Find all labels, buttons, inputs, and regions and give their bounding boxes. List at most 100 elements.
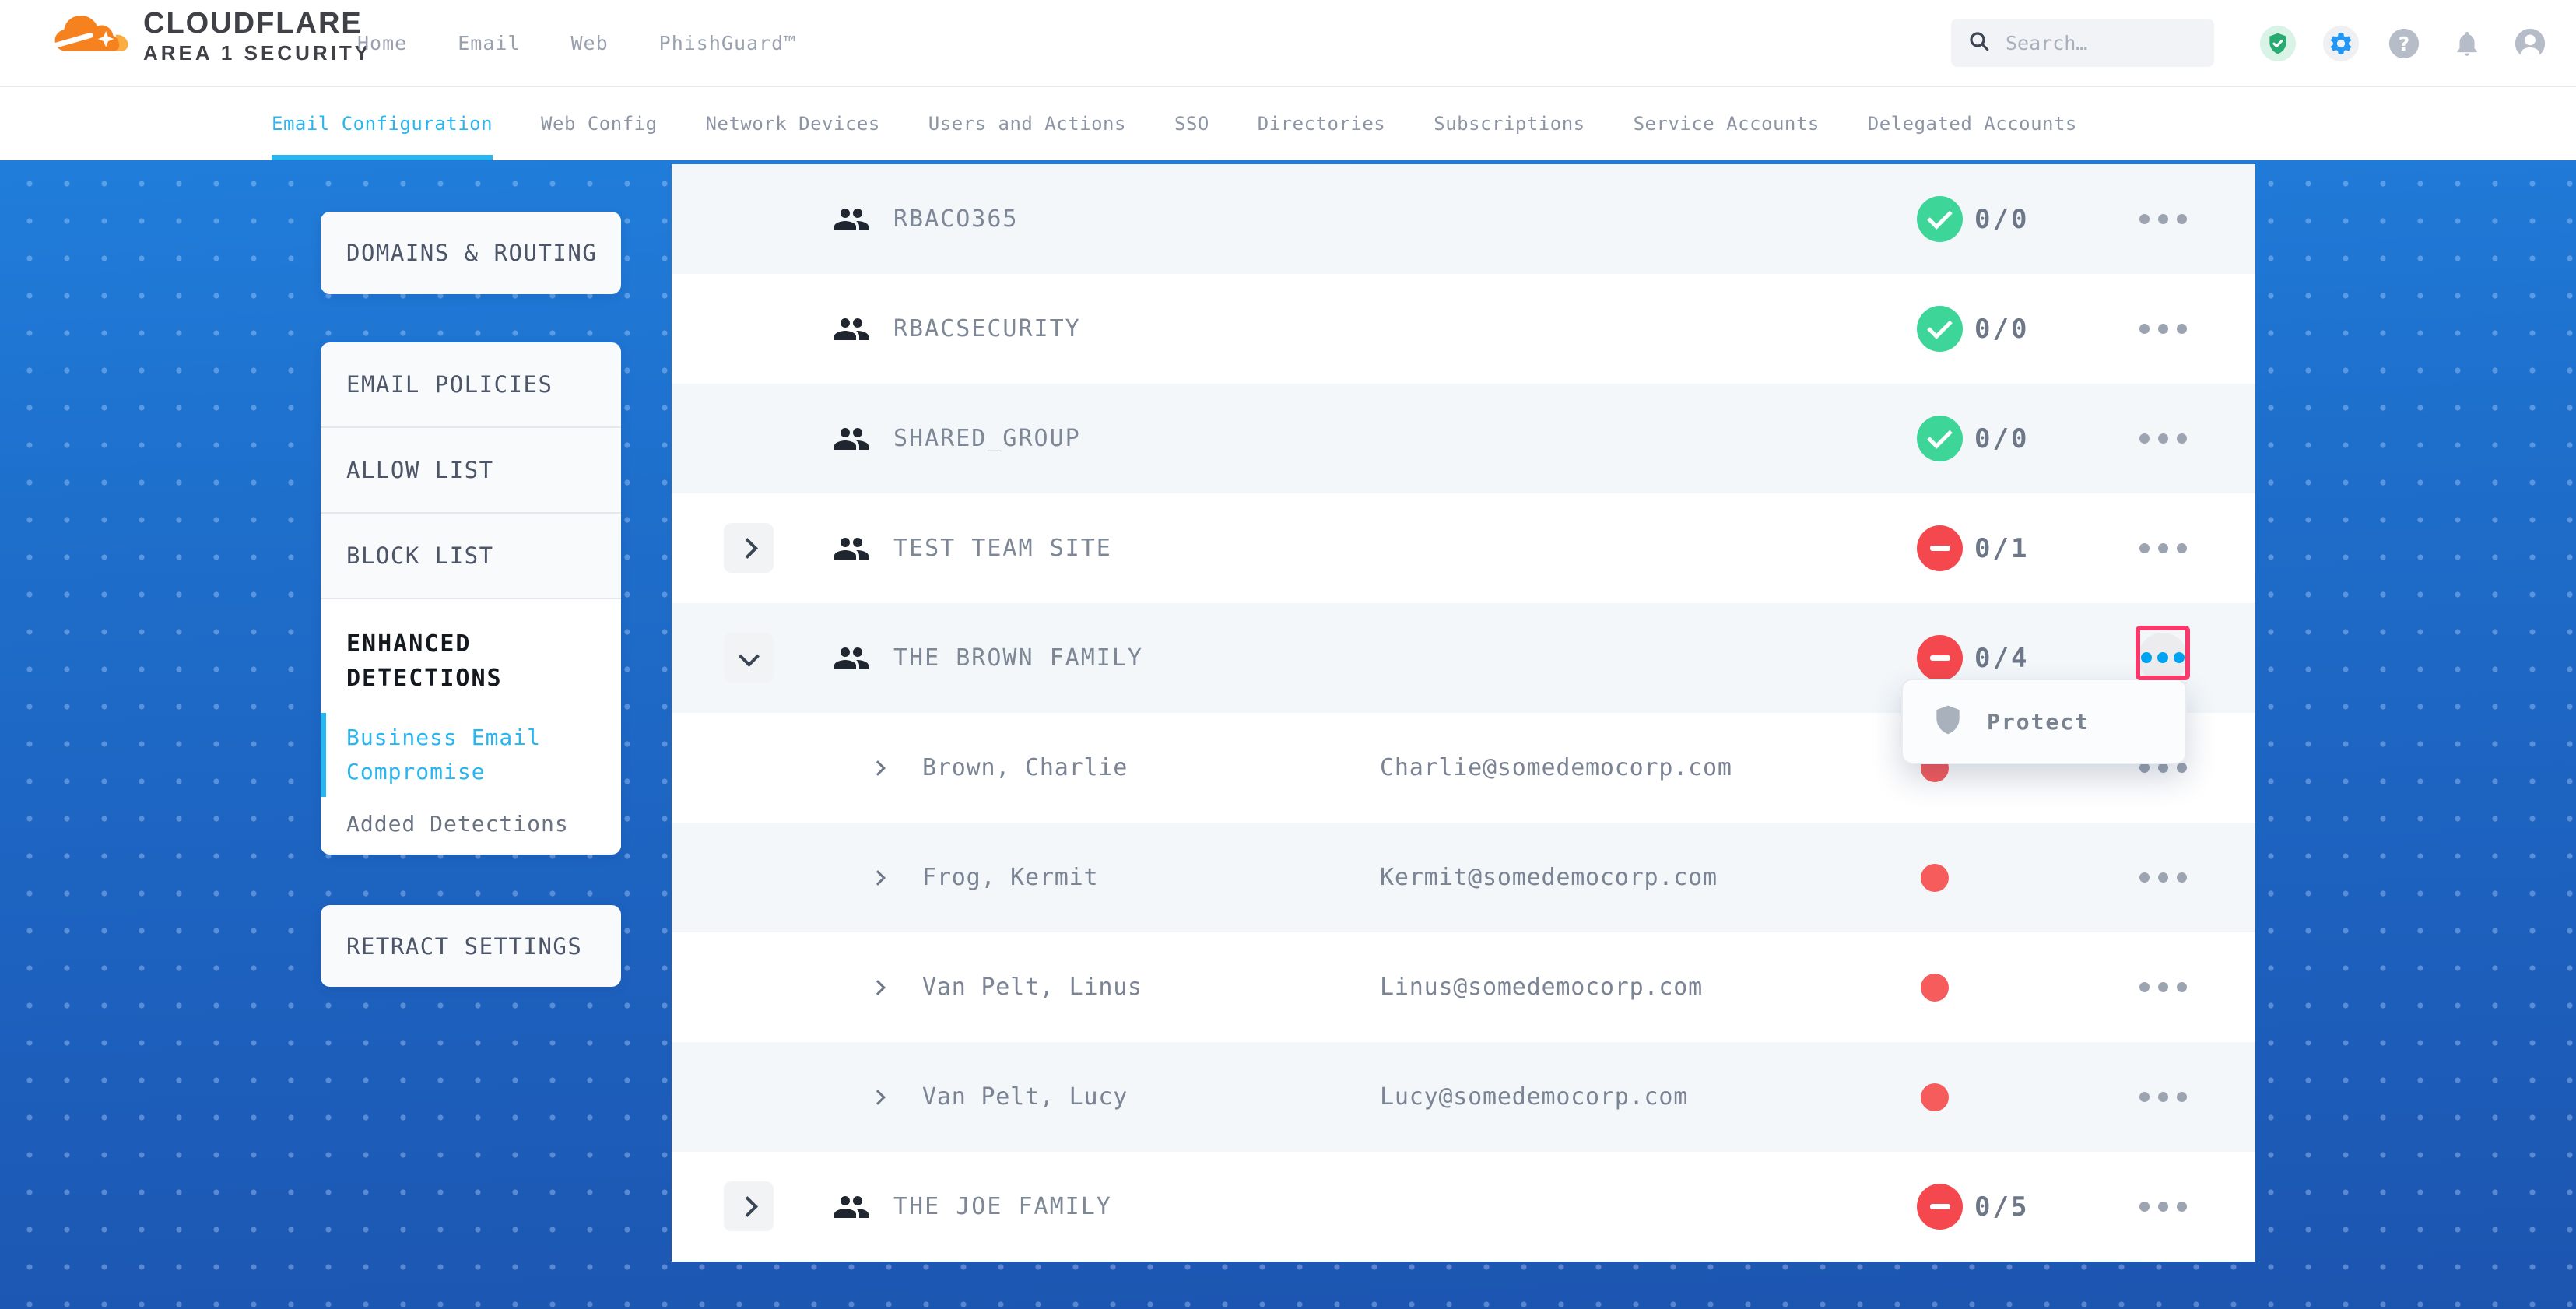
block-list-label: BLOCK LIST [321, 542, 494, 569]
user-name: Van Pelt, Linus [922, 932, 1142, 1042]
status-alert-badge [1917, 525, 1963, 571]
expand-row-button[interactable] [724, 523, 774, 573]
group-name: RBACO365 [893, 164, 1019, 274]
sidebar-item-business-email-compromise[interactable]: Business Email Compromise [346, 716, 541, 794]
chevron-right-icon [872, 932, 883, 1042]
logo-product-text: AREA 1 SECURITY [143, 43, 371, 64]
logo-brand-text: CLOUDFLARE [143, 9, 371, 40]
retract-settings-label: RETRACT SETTINGS [321, 933, 582, 960]
nav-email[interactable]: Email [458, 32, 520, 54]
protection-count: 0/5 [1974, 1152, 2029, 1262]
annotation-highlight-box [2136, 626, 2190, 680]
user-name: Frog, Kermit [922, 823, 1098, 932]
status-alert-dot [1921, 1083, 1949, 1111]
status-alert-dot [1921, 974, 1949, 1002]
header-icon-cluster: ? [2260, 26, 2548, 61]
chevron-down-icon [739, 646, 760, 667]
cloudflare-cloud-icon [48, 6, 135, 67]
sidebar-policies-card: EMAIL POLICIES ALLOW LIST BLOCK LIST ENH… [321, 342, 621, 855]
protection-count: 0/0 [1974, 274, 2029, 384]
sidebar-item-retract-settings[interactable]: RETRACT SETTINGS [321, 905, 621, 987]
user-email: Linus@somedemocorp.com [1380, 932, 1703, 1042]
verified-shield-icon[interactable] [2260, 26, 2296, 61]
search-icon [1967, 29, 1992, 57]
email-policies-label: EMAIL POLICIES [321, 371, 553, 398]
search-input[interactable] [2004, 31, 2178, 55]
account-avatar-icon[interactable] [2512, 26, 2548, 61]
chevron-right-icon [872, 823, 883, 932]
tab-web-config[interactable]: Web Config [541, 87, 658, 160]
tab-service-accounts[interactable]: Service Accounts [1634, 87, 1820, 160]
sidebar-item-allow-list[interactable]: ALLOW LIST [321, 428, 621, 514]
user-email: Charlie@somedemocorp.com [1380, 713, 1732, 823]
table-row[interactable]: Van Pelt, Lucy Lucy@somedemocorp.com [672, 1042, 2255, 1152]
table-row[interactable]: Van Pelt, Linus Linus@somedemocorp.com [672, 932, 2255, 1042]
row-actions-menu-button[interactable] [2139, 274, 2187, 384]
status-alert-badge [1917, 1184, 1963, 1230]
collapse-row-button[interactable] [724, 633, 774, 683]
nav-home[interactable]: Home [357, 32, 407, 54]
chevron-right-icon [737, 1196, 758, 1217]
tab-directories[interactable]: Directories [1258, 87, 1385, 160]
protection-count: 0/1 [1974, 493, 2029, 603]
cloudflare-logo[interactable]: CLOUDFLARE AREA 1 SECURITY [48, 6, 371, 67]
row-actions-menu-button[interactable] [2139, 932, 2187, 1042]
tab-users-and-actions[interactable]: Users and Actions [928, 87, 1126, 160]
table-row[interactable]: RBACSECURITY 0/0 [672, 274, 2255, 384]
allow-list-label: ALLOW LIST [321, 457, 494, 483]
tab-network-devices[interactable]: Network Devices [706, 87, 880, 160]
group-name: THE JOE FAMILY [893, 1152, 1112, 1262]
domains-routing-label: DOMAINS & ROUTING [321, 240, 597, 266]
group-name: TEST TEAM SITE [893, 493, 1112, 603]
top-header: CLOUDFLARE AREA 1 SECURITY Home Email We… [0, 0, 2576, 87]
status-alert-badge [1917, 635, 1963, 681]
tab-subscriptions[interactable]: Subscriptions [1434, 87, 1585, 160]
svg-text:?: ? [2399, 33, 2409, 55]
group-icon [833, 384, 873, 493]
protection-count: 0/0 [1974, 164, 2029, 274]
nav-phishguard[interactable]: PhishGuard™ [659, 32, 797, 54]
row-actions-menu-button[interactable] [2139, 823, 2187, 932]
table-row[interactable]: SHARED_GROUP 0/0 [672, 384, 2255, 493]
group-icon [833, 603, 873, 713]
enhanced-detections-title[interactable]: ENHANCED DETECTIONS [346, 627, 564, 696]
group-icon [833, 274, 873, 384]
nav-web[interactable]: Web [570, 32, 608, 54]
table-row[interactable]: THE JOE FAMILY 0/5 [672, 1152, 2255, 1262]
table-row[interactable]: RBACO365 0/0 [672, 164, 2255, 274]
settings-gear-icon[interactable] [2323, 26, 2359, 61]
table-row[interactable]: Frog, Kermit Kermit@somedemocorp.com [672, 823, 2255, 932]
menu-item-protect[interactable]: Protect [1987, 709, 2090, 735]
sidebar-item-added-detections[interactable]: Added Detections [346, 811, 621, 837]
group-name: THE BROWN FAMILY [893, 603, 1143, 713]
sidebar-item-domains-routing[interactable]: DOMAINS & ROUTING [321, 212, 621, 294]
sidebar-item-email-policies[interactable]: EMAIL POLICIES [321, 342, 621, 428]
chevron-right-icon [872, 713, 883, 823]
sidebar-section-enhanced-detections: ENHANCED DETECTIONS Business Email Compr… [321, 599, 621, 853]
search-box[interactable] [1951, 19, 2214, 67]
status-ok-badge [1917, 306, 1963, 352]
row-actions-menu-button[interactable] [2139, 493, 2187, 603]
tab-sso[interactable]: SSO [1174, 87, 1209, 160]
row-actions-menu-button[interactable] [2139, 384, 2187, 493]
group-icon [833, 164, 873, 274]
protect-shield-icon [1931, 703, 1965, 740]
chevron-right-icon [872, 1042, 883, 1152]
row-actions-menu-button[interactable] [2139, 164, 2187, 274]
help-icon[interactable]: ? [2386, 26, 2422, 61]
protection-count: 0/0 [1974, 384, 2029, 493]
tab-delegated-accounts[interactable]: Delegated Accounts [1868, 87, 2077, 160]
section-tabbar: Email Configuration Web Config Network D… [0, 87, 2576, 160]
row-actions-menu-button[interactable] [2139, 1042, 2187, 1152]
row-actions-menu-button[interactable] [2139, 1152, 2187, 1262]
notifications-bell-icon[interactable] [2449, 26, 2485, 61]
user-name: Van Pelt, Lucy [922, 1042, 1128, 1152]
row-actions-dropdown: Protect [1901, 679, 2187, 764]
expand-row-button[interactable] [724, 1181, 774, 1231]
chevron-right-icon [737, 538, 758, 559]
tab-email-configuration[interactable]: Email Configuration [272, 87, 493, 160]
table-row[interactable]: TEST TEAM SITE 0/1 [672, 493, 2255, 603]
status-ok-badge [1917, 416, 1963, 461]
sidebar-item-block-list[interactable]: BLOCK LIST [321, 514, 621, 599]
primary-nav: Home Email Web PhishGuard™ [357, 0, 796, 86]
